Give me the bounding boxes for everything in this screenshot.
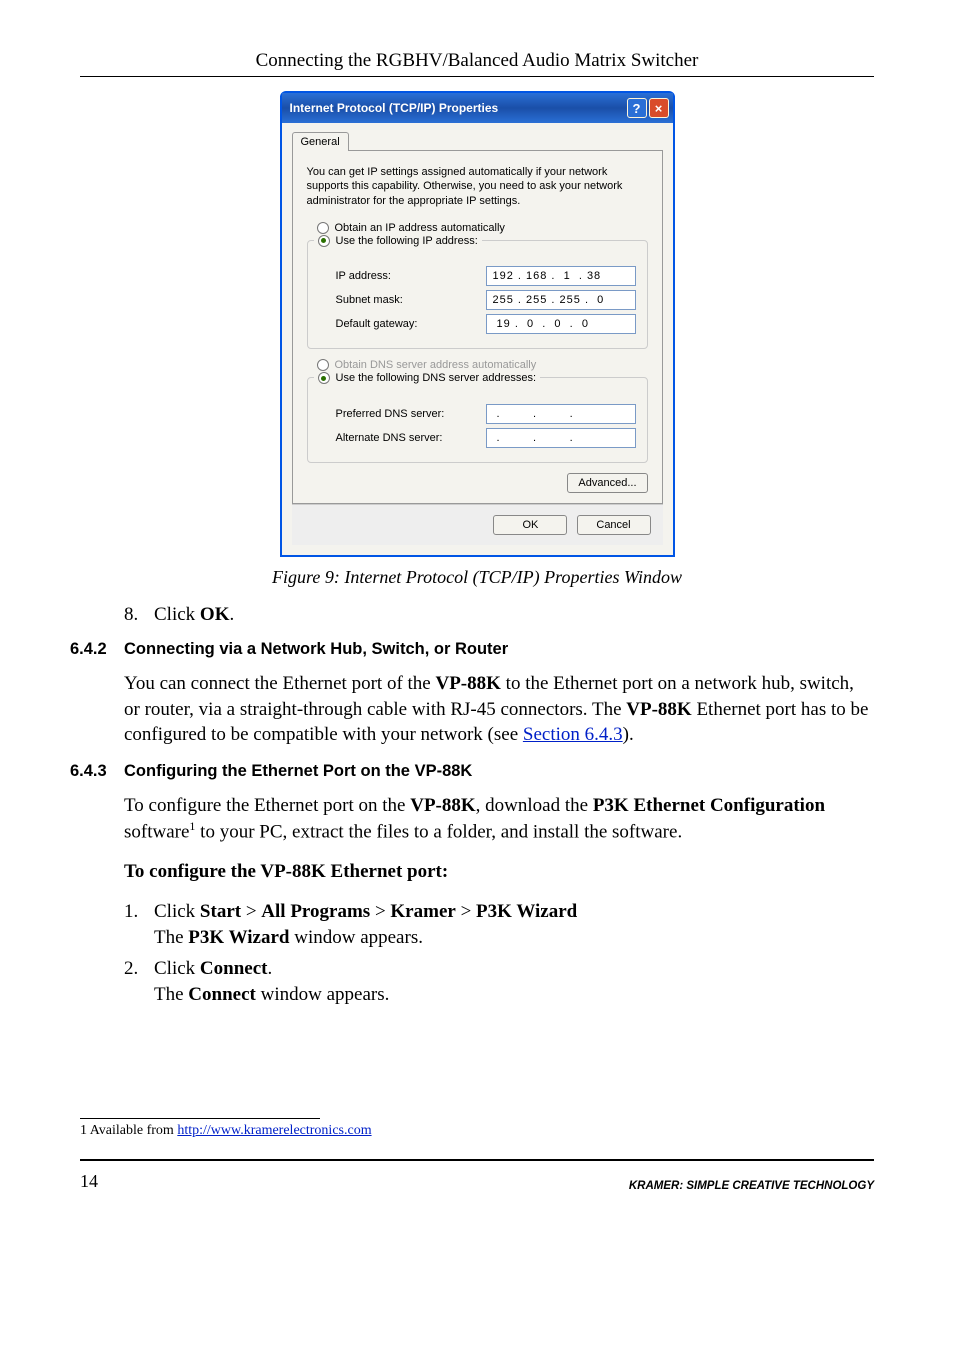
label-alternate-dns: Alternate DNS server: <box>336 432 486 444</box>
tcpip-properties-dialog: Internet Protocol (TCP/IP) Properties ? … <box>280 91 675 557</box>
footnote-separator <box>80 1118 320 1119</box>
tab-panel-general: You can get IP settings assigned automat… <box>292 150 663 504</box>
radio-obtain-dns-auto <box>317 359 329 371</box>
list-number: 1. <box>124 899 154 950</box>
radio-label: Use the following IP address: <box>336 235 478 247</box>
footnote: 1 Available from http://www.kramerelectr… <box>80 1123 874 1139</box>
heading-6-4-3: 6.4.3 Configuring the Ethernet Port on t… <box>80 762 874 781</box>
page-footer: 14 KRAMER: SIMPLE CREATIVE TECHNOLOGY <box>80 1171 874 1192</box>
footer-rule <box>80 1159 874 1161</box>
radio-use-dns[interactable] <box>318 372 330 384</box>
section-link[interactable]: Section 6.4.3 <box>523 724 623 745</box>
dialog-screenshot: Internet Protocol (TCP/IP) Properties ? … <box>80 91 874 557</box>
preferred-dns-input[interactable] <box>486 404 636 424</box>
radio-use-ip[interactable] <box>318 235 330 247</box>
paragraph: You can connect the Ethernet port of the… <box>124 671 874 748</box>
label-default-gateway: Default gateway: <box>336 318 486 330</box>
ip-address-group: Use the following IP address: IP address… <box>307 240 648 350</box>
radio-label: Obtain an IP address automatically <box>335 222 505 234</box>
list-item: 2. Click Connect. The Connect window app… <box>124 956 874 1007</box>
dialog-title: Internet Protocol (TCP/IP) Properties <box>290 101 499 115</box>
ip-address-input[interactable] <box>486 266 636 286</box>
alternate-dns-input[interactable] <box>486 428 636 448</box>
dialog-description: You can get IP settings assigned automat… <box>307 165 648 208</box>
page-header: Connecting the RGBHV/Balanced Audio Matr… <box>80 50 874 77</box>
default-gateway-input[interactable] <box>486 314 636 334</box>
paragraph: To configure the Ethernet port on the VP… <box>124 793 874 846</box>
label-subnet-mask: Subnet mask: <box>336 294 486 306</box>
advanced-button[interactable]: Advanced... <box>567 473 647 493</box>
dns-group: Use the following DNS server addresses: … <box>307 377 648 463</box>
radio-obtain-ip-auto[interactable] <box>317 222 329 234</box>
page-number: 14 <box>80 1171 98 1192</box>
list-item: 1. Click Start > All Programs > Kramer >… <box>124 899 874 950</box>
step-8: 8. Click OK. <box>124 604 874 626</box>
section-number: 6.4.2 <box>70 640 124 659</box>
list-text: Click Connect. The Connect window appear… <box>154 956 389 1007</box>
cancel-button[interactable]: Cancel <box>577 515 651 535</box>
help-icon[interactable]: ? <box>627 98 647 118</box>
section-title: Connecting via a Network Hub, Switch, or… <box>124 640 508 659</box>
footnote-link[interactable]: http://www.kramerelectronics.com <box>177 1123 371 1138</box>
section-number: 6.4.3 <box>70 762 124 781</box>
close-icon[interactable]: × <box>649 98 669 118</box>
label-ip-address: IP address: <box>336 270 486 282</box>
list-number: 8. <box>124 604 154 626</box>
figure-caption: Figure 9: Internet Protocol (TCP/IP) Pro… <box>80 567 874 588</box>
radio-label: Use the following DNS server addresses: <box>336 372 537 384</box>
subnet-mask-input[interactable] <box>486 290 636 310</box>
dialog-titlebar: Internet Protocol (TCP/IP) Properties ? … <box>282 93 673 123</box>
ok-button[interactable]: OK <box>493 515 567 535</box>
tab-general[interactable]: General <box>292 132 349 151</box>
section-title: Configuring the Ethernet Port on the VP-… <box>124 762 472 781</box>
procedure-intro: To configure the VP-88K Ethernet port: <box>124 859 874 885</box>
heading-6-4-2: 6.4.2 Connecting via a Network Hub, Swit… <box>80 640 874 659</box>
label-preferred-dns: Preferred DNS server: <box>336 408 486 420</box>
list-text: Click Start > All Programs > Kramer > P3… <box>154 899 577 950</box>
footer-brand: KRAMER: SIMPLE CREATIVE TECHNOLOGY <box>629 1180 874 1192</box>
list-number: 2. <box>124 956 154 1007</box>
radio-label: Obtain DNS server address automatically <box>335 359 537 371</box>
step-text: Click OK. <box>154 604 234 626</box>
